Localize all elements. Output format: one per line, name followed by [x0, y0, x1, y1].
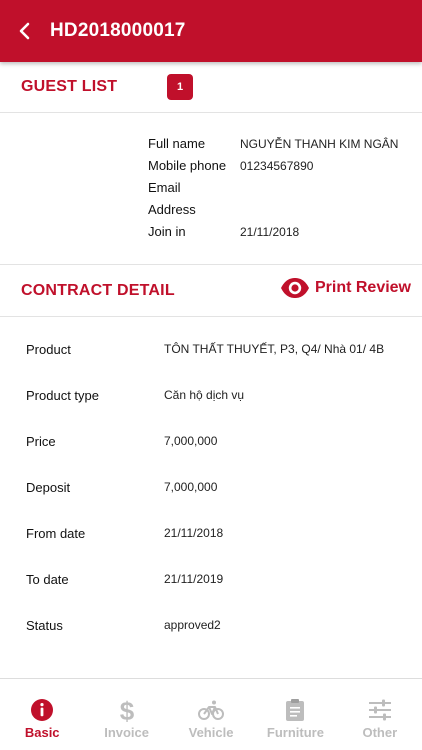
field-value: 01234567890 — [240, 159, 314, 173]
field-label: Status — [26, 618, 63, 633]
detail-row-product: Product TÔN THẤT THUYẾT, P3, Q4/ Nhà 01/… — [0, 342, 422, 366]
guest-field-join-in: Join in 21/11/2018 — [0, 224, 422, 246]
tab-label: Furniture — [266, 725, 324, 740]
tab-furniture[interactable]: Furniture — [253, 679, 337, 750]
detail-row-status: Status approved2 — [0, 618, 422, 642]
field-label: To date — [26, 572, 69, 587]
guest-field-address: Address — [0, 202, 422, 224]
chevron-left-icon — [19, 22, 30, 40]
field-value: 21/11/2018 — [240, 225, 300, 239]
guest-count-badge: 1 — [167, 74, 193, 100]
field-label: Mobile phone — [148, 158, 227, 173]
dollar-icon: $ — [114, 697, 140, 723]
guest-info: Full name NGUYỄN THANH KIM NGÂN Mobile p… — [0, 113, 422, 264]
field-value: Căn hộ dịch vụ — [164, 388, 245, 402]
field-label: Full name — [148, 136, 206, 151]
guest-field-full-name: Full name NGUYỄN THANH KIM NGÂN — [0, 136, 422, 158]
guest-field-email: Email — [0, 180, 422, 202]
field-value: NGUYỄN THANH KIM NGÂN — [240, 137, 399, 151]
guest-list-header: GUEST LIST 1 — [0, 62, 422, 113]
sliders-icon — [367, 697, 393, 723]
page-title: HD2018000017 — [50, 20, 186, 41]
tab-basic[interactable]: Basic — [0, 679, 84, 750]
guest-list-title: GUEST LIST — [21, 78, 118, 95]
tab-label: Invoice — [104, 725, 149, 740]
field-label: Product — [26, 342, 71, 357]
tab-label: Vehicle — [188, 725, 234, 740]
bicycle-icon — [198, 697, 225, 723]
field-value: 7,000,000 — [164, 480, 218, 494]
field-value: 21/11/2019 — [164, 572, 224, 586]
eye-icon — [280, 278, 309, 298]
bottom-tab-bar: Basic $ Invoice Vehicle Furniture Other — [0, 678, 422, 750]
contract-detail-title: CONTRACT DETAIL — [21, 281, 175, 299]
field-label: Address — [148, 202, 196, 217]
field-value: TÔN THẤT THUYẾT, P3, Q4/ Nhà 01/ 4B — [164, 342, 385, 356]
print-review-button[interactable]: Print Review — [280, 277, 411, 299]
detail-row-to-date: To date 21/11/2019 — [0, 572, 422, 596]
svg-text:$: $ — [119, 697, 134, 723]
tab-label: Basic — [24, 725, 60, 740]
tab-vehicle[interactable]: Vehicle — [169, 679, 253, 750]
detail-row-deposit: Deposit 7,000,000 — [0, 480, 422, 504]
field-label: Email — [148, 180, 181, 195]
field-value: 21/11/2018 — [164, 526, 224, 540]
print-review-label: Print Review — [314, 279, 411, 296]
field-label: From date — [26, 526, 86, 541]
field-label: Join in — [148, 224, 186, 239]
detail-row-product-type: Product type Căn hộ dịch vụ — [0, 388, 422, 412]
info-icon — [29, 697, 55, 723]
detail-row-price: Price 7,000,000 — [0, 434, 422, 458]
field-label: Deposit — [26, 480, 71, 495]
field-value: approved2 — [164, 618, 221, 632]
field-label: Price — [26, 434, 56, 449]
guest-field-mobile-phone: Mobile phone 01234567890 — [0, 158, 422, 180]
clipboard-icon — [282, 697, 308, 723]
tab-other[interactable]: Other — [338, 679, 422, 750]
contract-detail-header: CONTRACT DETAIL Print Review — [0, 264, 422, 317]
field-value: 7,000,000 — [164, 434, 218, 448]
back-button[interactable] — [0, 0, 50, 62]
tab-invoice[interactable]: $ Invoice — [84, 679, 168, 750]
detail-row-from-date: From date 21/11/2018 — [0, 526, 422, 550]
app-bar: HD2018000017 — [0, 0, 422, 62]
tab-label: Other — [362, 725, 398, 740]
field-label: Product type — [26, 388, 99, 403]
